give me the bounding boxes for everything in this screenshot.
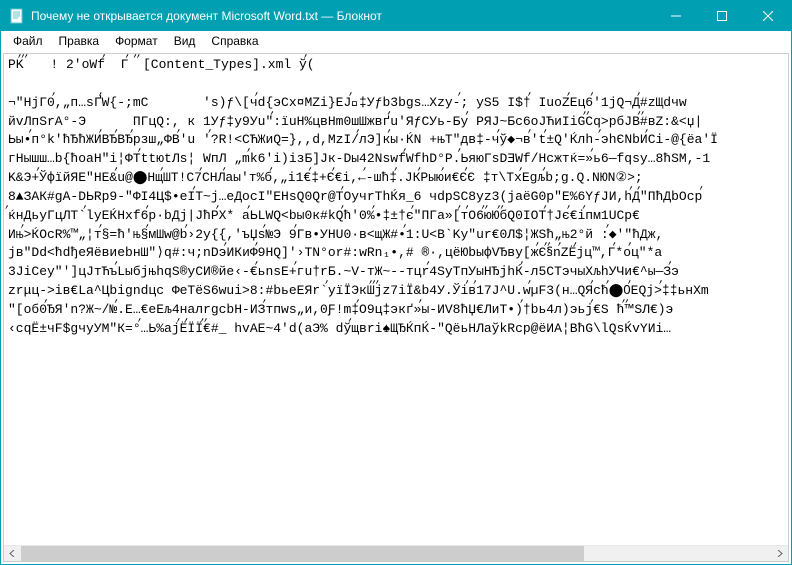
- text-editor[interactable]: PKࠥࠥ ࠥ ! 2'oWfࠥ Гࠥ ࠥ ࠥ[Content_Types].xm…: [3, 53, 789, 545]
- menu-file[interactable]: Файл: [5, 32, 51, 50]
- scroll-right-arrow[interactable]: [771, 545, 788, 562]
- scrollbar-thumb[interactable]: [21, 546, 584, 561]
- menu-help[interactable]: Справка: [203, 32, 266, 50]
- menu-format[interactable]: Формат: [107, 32, 166, 50]
- notepad-icon: [9, 8, 25, 24]
- scroll-left-arrow[interactable]: [4, 545, 21, 562]
- window-title: Почему не открывается документ Microsoft…: [31, 9, 653, 23]
- menubar: Файл Правка Формат Вид Справка: [1, 31, 791, 51]
- content-area: PKࠥࠥ ࠥ ! 2'oWfࠥ Гࠥ ࠥ ࠥ[Content_Types].xm…: [1, 51, 791, 564]
- menu-view[interactable]: Вид: [166, 32, 204, 50]
- close-button[interactable]: [745, 1, 791, 31]
- window-controls: [653, 1, 791, 31]
- menu-edit[interactable]: Правка: [51, 32, 108, 50]
- maximize-button[interactable]: [699, 1, 745, 31]
- scrollbar-track[interactable]: [21, 546, 771, 561]
- titlebar: Почему не открывается документ Microsoft…: [1, 1, 791, 31]
- horizontal-scrollbar[interactable]: [3, 545, 789, 562]
- minimize-button[interactable]: [653, 1, 699, 31]
- notepad-window: Почему не открывается документ Microsoft…: [0, 0, 792, 565]
